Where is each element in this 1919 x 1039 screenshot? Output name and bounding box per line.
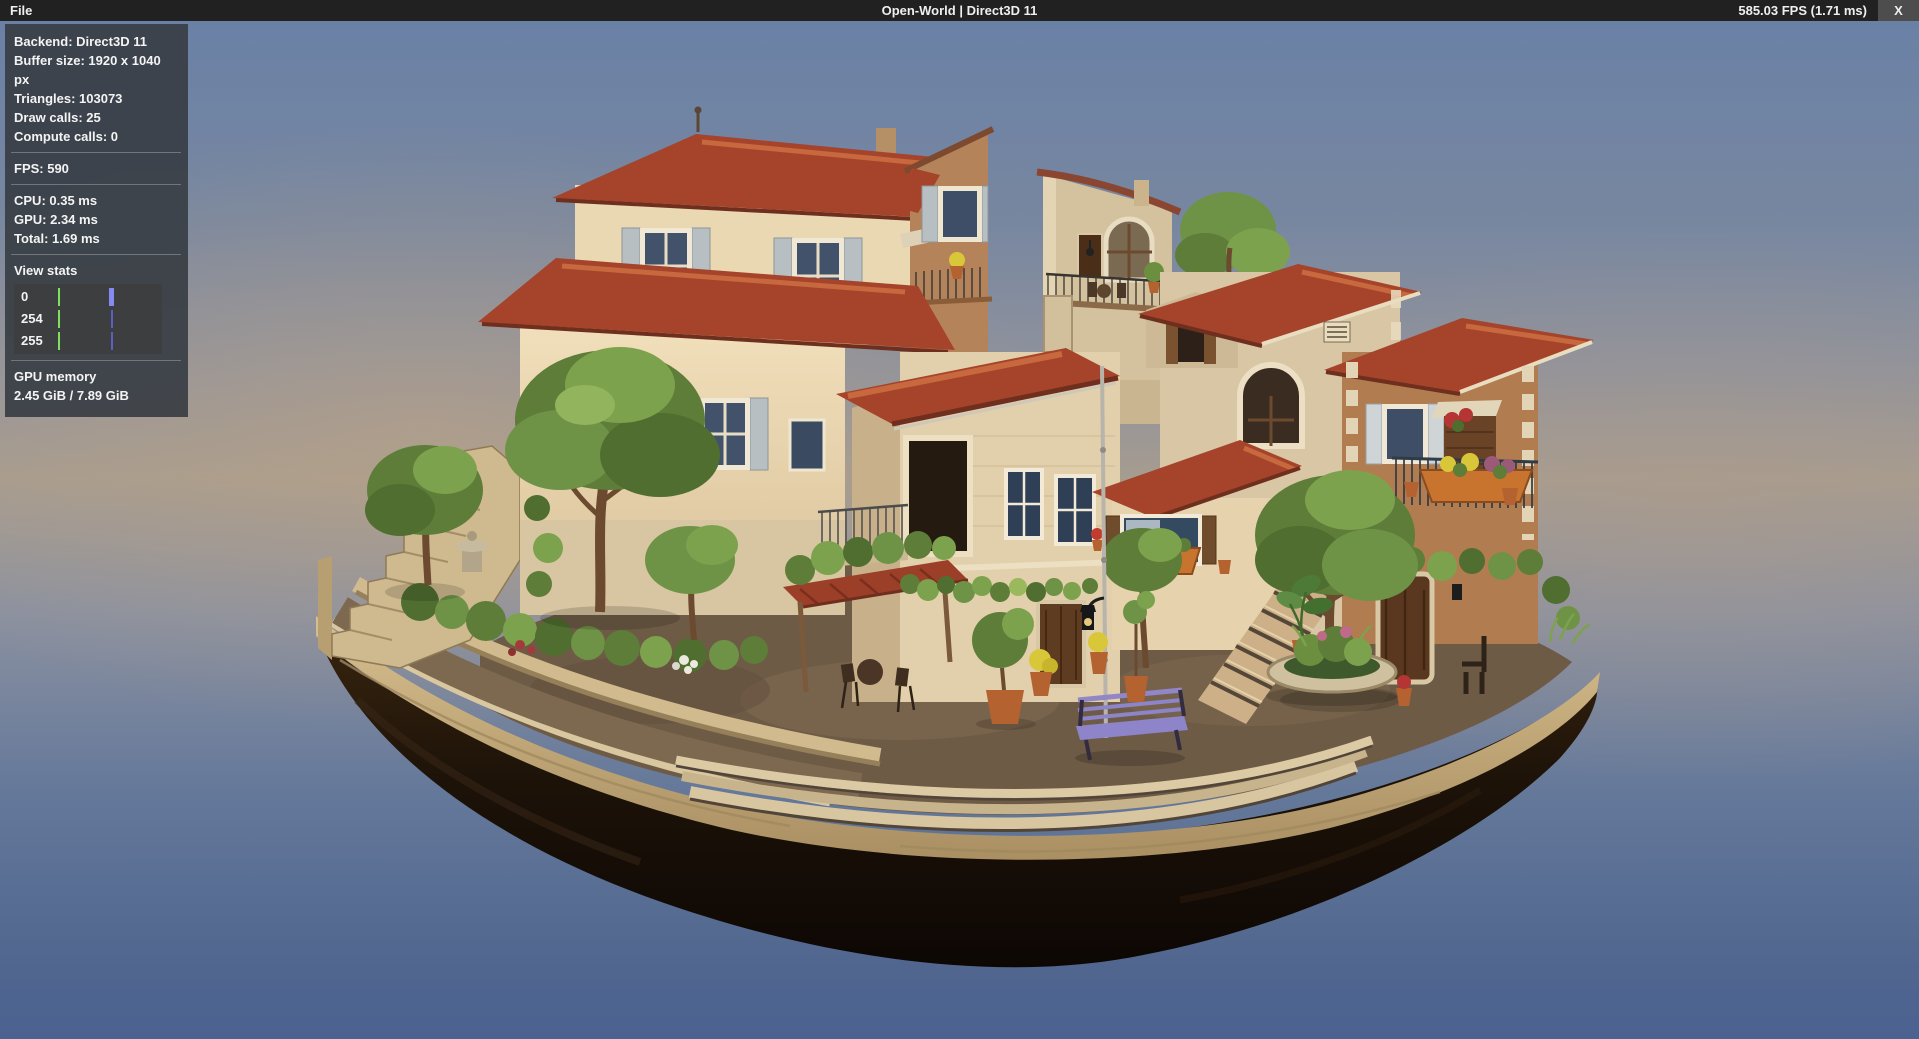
stat-cpu-time: CPU: 0.35 ms	[14, 191, 178, 210]
view-stats-row-label: 0	[21, 289, 28, 304]
view-stats-row: 255	[14, 330, 162, 352]
blue-marker	[111, 332, 113, 350]
gpu-memory-value: 2.45 GiB / 7.89 GiB	[14, 386, 178, 405]
viewport-3d[interactable]	[0, 21, 1919, 1039]
view-stats-row-label: 255	[21, 333, 43, 348]
stat-total-time: Total: 1.69 ms	[14, 229, 178, 248]
fps-readout: 585.03 FPS (1.71 ms)	[1738, 0, 1867, 21]
blue-marker	[109, 288, 114, 306]
app-window: File Open-World | Direct3D 11 585.03 FPS…	[0, 0, 1919, 1039]
house-center-stone	[818, 296, 1120, 702]
green-marker	[58, 310, 60, 328]
green-marker	[58, 288, 60, 306]
view-stats-chart: 0 254 255	[14, 284, 162, 354]
blue-marker	[111, 310, 113, 328]
titlebar: File Open-World | Direct3D 11 585.03 FPS…	[0, 0, 1919, 21]
stat-fps: FPS: 590	[14, 159, 178, 178]
separator	[11, 184, 181, 185]
village-scene-canvas	[0, 0, 1919, 1039]
gpu-memory-label: GPU memory	[14, 367, 178, 386]
view-stats-row: 0	[14, 286, 162, 308]
stat-buffer-size: Buffer size: 1920 x 1040 px	[14, 51, 178, 89]
window	[1056, 476, 1094, 544]
view-stats-row: 254	[14, 308, 162, 330]
view-stats-label: View stats	[14, 261, 178, 280]
stat-backend: Backend: Direct3D 11	[14, 32, 178, 51]
stats-overlay-panel: Backend: Direct3D 11 Buffer size: 1920 x…	[5, 24, 188, 417]
stat-draw-calls: Draw calls: 25	[14, 108, 178, 127]
window	[1006, 470, 1042, 538]
stat-gpu-time: GPU: 2.34 ms	[14, 210, 178, 229]
separator	[11, 254, 181, 255]
stat-triangles: Triangles: 103073	[14, 89, 178, 108]
stat-compute-calls: Compute calls: 0	[14, 127, 178, 146]
green-marker	[58, 332, 60, 350]
window-title: Open-World | Direct3D 11	[0, 0, 1919, 21]
window-shuttered	[1366, 404, 1444, 464]
close-button[interactable]: X	[1878, 0, 1919, 21]
separator	[11, 360, 181, 361]
view-stats-row-label: 254	[21, 311, 43, 326]
separator	[11, 152, 181, 153]
